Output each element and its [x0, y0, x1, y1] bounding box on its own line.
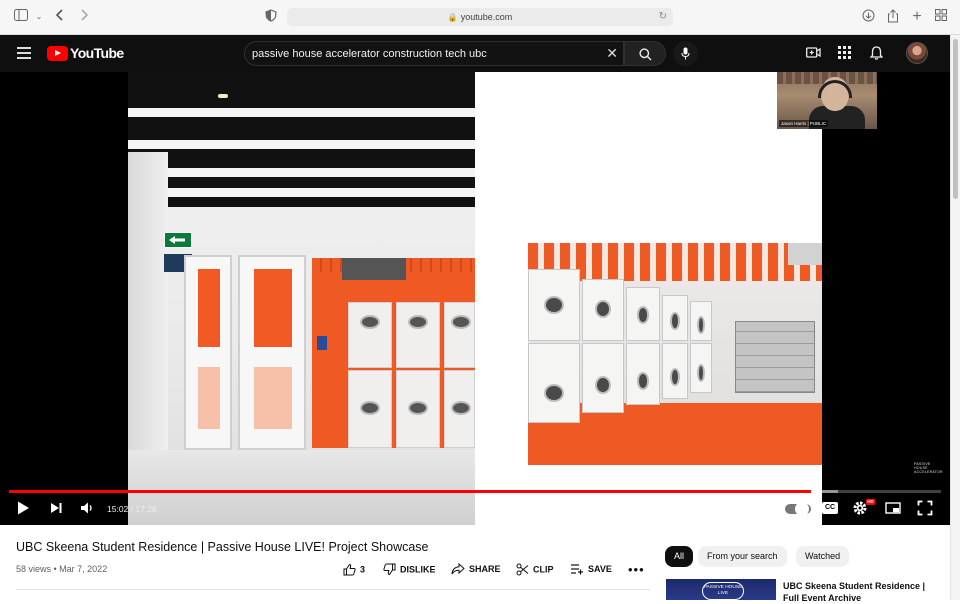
youtube-wordmark: YouTube	[70, 45, 124, 61]
like-button[interactable]: 3	[343, 563, 365, 577]
video-meta: 58 views • Mar 7, 2022	[16, 564, 108, 574]
thumbs-down-icon	[383, 563, 396, 576]
ceiling-beam	[128, 108, 475, 117]
more-actions-button[interactable]: •••	[628, 562, 645, 577]
dislike-label: DISLIKE	[400, 564, 436, 575]
played-bar	[9, 490, 811, 493]
sidebar-toggle-icon[interactable]	[13, 9, 29, 25]
tab-overview-icon[interactable]	[933, 9, 949, 25]
address-bar[interactable]: 🔒 youtube.com ↻	[287, 8, 673, 26]
play-icon	[18, 501, 29, 515]
presenter-webcam: Jason Harris | PUBLIC	[777, 72, 877, 129]
volume-icon	[81, 502, 92, 514]
miniplayer-button[interactable]	[885, 500, 903, 518]
video-title: UBC Skeena Student Residence | Passive H…	[16, 540, 429, 554]
ceiling-vent	[788, 243, 822, 265]
address-text: youtube.com	[460, 12, 513, 22]
menu-icon[interactable]	[17, 47, 31, 59]
laundry-room-photo-left	[128, 72, 475, 525]
channel-watermark[interactable]: PASSIVE HOUSE ACCELERATOR	[914, 462, 943, 475]
miniplayer-icon	[885, 502, 901, 514]
duration: 17:28	[135, 504, 157, 514]
playlist-add-icon	[571, 564, 583, 575]
lock-icon: 🔒	[447, 13, 458, 22]
thumbs-up-icon	[343, 563, 356, 576]
chip-from-your-search[interactable]: From your search	[698, 546, 787, 567]
voice-search-button[interactable]	[673, 41, 698, 66]
ceiling-beam	[128, 140, 475, 149]
autoplay-toggle[interactable]	[785, 502, 811, 516]
time-display: 15:02 / 17:28	[107, 504, 157, 514]
clip-label: CLIP	[533, 564, 554, 575]
user-avatar[interactable]	[906, 42, 928, 64]
fullscreen-button[interactable]	[917, 500, 935, 518]
presenter-name: Jason Harris | PUBLIC	[779, 120, 829, 127]
captions-button[interactable]: CC	[822, 502, 838, 514]
current-time: 15:02	[107, 504, 129, 514]
video-player[interactable]: Jason Harris | PUBLIC PASSIVE HOUSE ACCE…	[0, 72, 950, 525]
recommended-video-thumbnail[interactable]: PASSIVE HOUSE LIVE	[666, 579, 776, 600]
laundry-machines-left	[312, 258, 475, 448]
chip-all[interactable]: All	[665, 546, 694, 567]
chip-watched[interactable]: Watched	[796, 546, 850, 567]
fullscreen-icon	[917, 500, 933, 516]
privacy-shield-icon[interactable]	[263, 9, 279, 25]
dislike-button[interactable]: DISLIKE	[383, 563, 436, 577]
share-arrow-icon	[451, 562, 465, 575]
apps-grid-icon[interactable]	[838, 46, 854, 62]
chevron-down-icon[interactable]: ⌄	[31, 9, 47, 25]
recommended-video-title[interactable]: UBC Skeena Student Residence | Full Even…	[783, 580, 943, 604]
mailboxes	[735, 321, 815, 393]
back-icon[interactable]	[52, 9, 68, 25]
play-button[interactable]	[15, 500, 33, 518]
search-box[interactable]: passive house accelerator construction t…	[244, 41, 624, 66]
door-right	[238, 255, 306, 450]
next-icon	[51, 503, 62, 513]
thumbnail-text: PASSIVE HOUSE LIVE	[702, 582, 744, 600]
door-left	[184, 255, 232, 450]
share-label: SHARE	[469, 564, 501, 574]
clear-search-icon[interactable]: ✕	[606, 45, 618, 62]
ceiling-beam	[128, 188, 475, 197]
search-input[interactable]: passive house accelerator construction t…	[252, 48, 487, 60]
volume-button[interactable]	[79, 500, 97, 518]
hd-badge: HD	[866, 499, 875, 505]
create-video-icon[interactable]	[806, 46, 822, 62]
search-button[interactable]	[624, 41, 666, 66]
reload-icon[interactable]: ↻	[659, 8, 667, 26]
corridor-wall	[128, 152, 168, 452]
share-button[interactable]: SHARE	[451, 562, 501, 577]
new-tab-icon[interactable]: +	[909, 9, 925, 25]
like-count: 3	[360, 564, 366, 575]
tv-screen	[342, 258, 406, 280]
search-icon	[639, 48, 652, 61]
scissors-icon	[516, 563, 529, 576]
ceiling	[128, 72, 475, 207]
scrollbar-thumb[interactable]	[953, 39, 958, 199]
forward-icon[interactable]	[76, 9, 92, 25]
youtube-play-logo-icon	[47, 46, 68, 61]
save-button[interactable]: SAVE	[570, 563, 612, 577]
page-scrollbar[interactable]	[950, 35, 960, 600]
save-label: SAVE	[588, 564, 612, 574]
notifications-bell-icon[interactable]	[869, 46, 886, 62]
ceiling-light	[218, 94, 228, 98]
ceiling-beam	[128, 168, 475, 177]
progress-bar[interactable]	[9, 490, 941, 493]
clip-button[interactable]: CLIP	[516, 563, 554, 577]
next-button[interactable]	[48, 500, 66, 518]
floor-reflection	[128, 450, 475, 525]
poster	[317, 336, 327, 350]
laundry-room-photo-right	[528, 243, 822, 465]
microphone-icon	[681, 47, 690, 60]
divider	[16, 589, 650, 590]
browser-toolbar: ⌄ 🔒 youtube.com ↻ +	[0, 0, 960, 35]
exit-sign-icon	[164, 232, 192, 248]
share-sheet-icon[interactable]	[885, 9, 901, 25]
video-frame-slide	[128, 72, 822, 525]
download-icon[interactable]	[860, 9, 876, 25]
youtube-header: YouTube passive house accelerator constr…	[0, 35, 950, 72]
